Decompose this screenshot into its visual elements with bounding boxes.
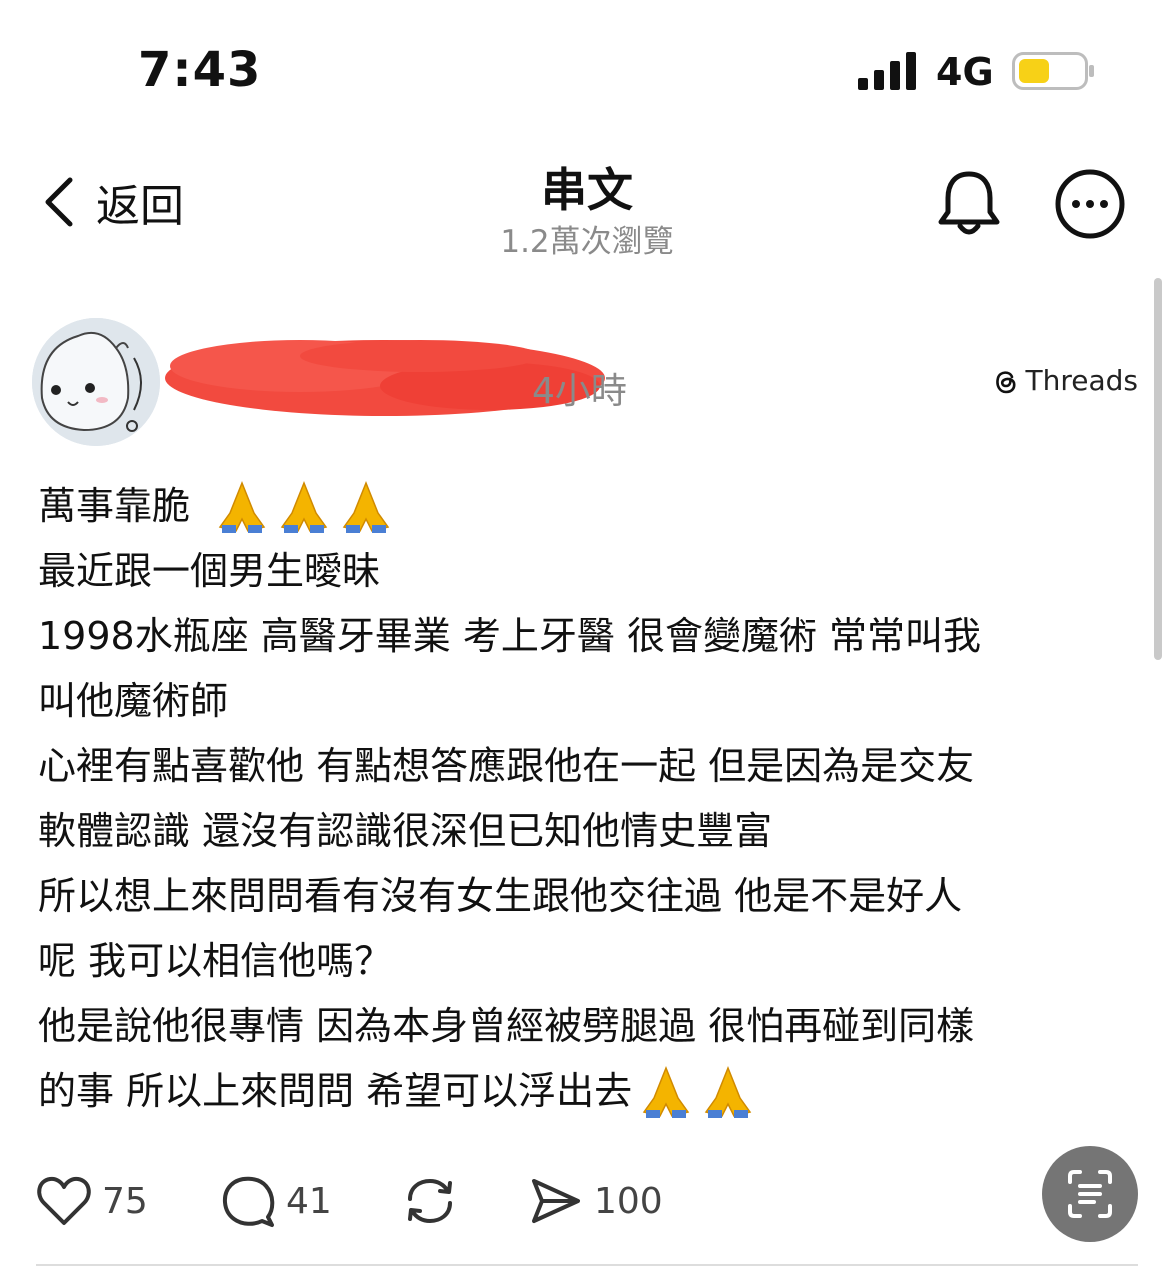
folded-hands-icon [342,480,390,533]
post-line: 呢 我可以相信他嗎？ [38,939,393,983]
threads-label: Threads [1025,364,1139,397]
battery-icon [1012,52,1094,90]
comment-count: 41 [286,1180,332,1222]
share-count: 100 [594,1180,663,1222]
post-line: 軟體認識 還沒有認識很深但已知他情史豐富 [38,809,773,853]
folded-hands-icon [642,1065,690,1118]
comment-button[interactable]: 41 [220,1166,332,1236]
status-bar: 7:43 4G [0,0,1174,140]
post-line: 叫他魔術師 [38,679,229,723]
post-line: 所以想上來問問看有沒有女生跟他交往過 他是不是好人 [38,874,963,918]
repost-button[interactable] [402,1166,458,1236]
status-time: 7:43 [138,42,262,98]
repost-icon [408,1178,452,1224]
like-count: 75 [102,1180,148,1222]
scan-text-icon [1068,1170,1112,1218]
post-line: 萬事靠脆 [38,474,1138,539]
avatar-character-icon [32,318,160,446]
bell-icon[interactable] [936,168,1002,238]
post-line: 他是說他很專情 因為本身曾經被劈腿過 很怕再碰到同樣 [38,1004,975,1048]
post-line: 1998水瓶座 高醫牙畢業 考上牙醫 很會變魔術 常常叫我 [38,614,982,658]
threads-source[interactable]: Threads [990,364,1139,397]
post-line: 最近跟一個男生曖昧 [38,549,381,593]
like-button[interactable]: 75 [36,1166,148,1236]
folded-hands-icon [280,480,328,533]
folded-hands-icon [218,480,266,533]
post-time: 4小時 [532,371,627,412]
action-bar: 75 41 100 [0,1160,1174,1240]
post-line: 心裡有點喜歡他 有點想答應跟他在一起 但是因為是交友 [38,744,975,788]
share-button[interactable]: 100 [528,1166,663,1236]
send-icon [532,1179,580,1223]
network-type: 4G [936,50,994,94]
comment-icon [223,1176,275,1227]
nav-bar: 返回 串文 1.2萬次瀏覽 [0,140,1174,270]
post-line-text: 的事 所以上來問問 希望可以浮出去 [38,1069,633,1113]
threads-logo-icon [995,370,1015,393]
divider [36,1264,1138,1266]
heart-icon [37,1176,91,1225]
more-options-icon[interactable] [1054,168,1126,240]
avatar[interactable] [32,318,160,446]
post-line-text: 萬事靠脆 [38,484,191,528]
signal-icon [858,52,916,90]
post-body: 萬事靠脆 最近跟一個男生曖昧 1998水瓶座 高醫牙畢業 考上牙醫 很會變魔術 … [38,474,1138,1124]
scan-text-button[interactable] [1042,1146,1138,1242]
post-line: 的事 所以上來問問 希望可以浮出去 [38,1059,1138,1124]
folded-hands-icon [704,1065,752,1118]
post-header: 4小時 Threads [0,300,1174,450]
